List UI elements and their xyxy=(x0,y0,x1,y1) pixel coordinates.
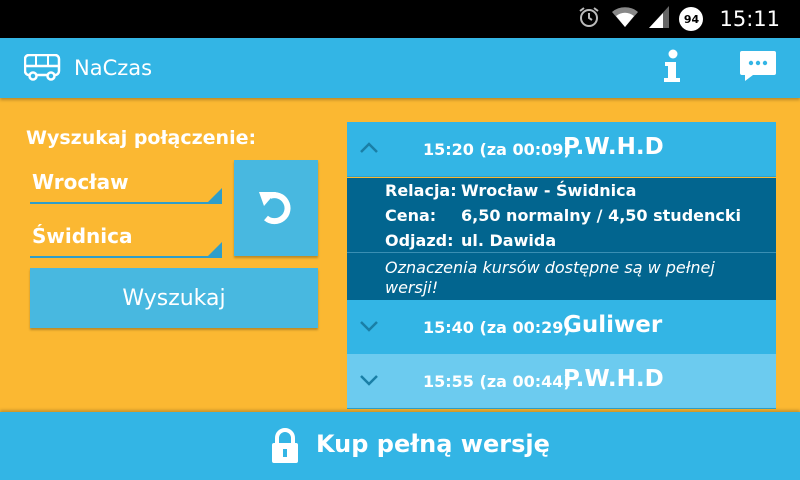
connection-time: 15:40 (za 00:29) xyxy=(423,318,571,337)
carrier-name: Guliwer xyxy=(563,312,663,338)
connection-time: 15:20 (za 00:09) xyxy=(423,140,571,159)
from-city-value: Wrocław xyxy=(32,170,129,194)
departure-label: Odjazd: xyxy=(385,231,454,250)
departure-value: ul. Dawida xyxy=(461,231,557,250)
connection-row[interactable]: 15:55 (za 00:44) P.W.H.D xyxy=(347,354,776,409)
search-heading: Wyszukaj połączenie: xyxy=(26,127,257,149)
departure-row: Odjazd: ul. Dawida xyxy=(385,231,556,250)
wifi-icon xyxy=(611,6,639,32)
info-icon xyxy=(662,49,682,87)
connection-time: 15:55 (za 00:44) xyxy=(423,372,571,391)
signal-icon xyxy=(649,6,670,32)
price-row: Cena: 6,50 normalny / 4,50 studencki xyxy=(385,206,741,225)
status-bar: 94 15:11 xyxy=(0,0,800,38)
carrier-name: P.W.H.D xyxy=(563,366,664,392)
chevron-down-icon xyxy=(359,372,379,391)
swap-cities-button[interactable] xyxy=(234,160,318,256)
price-value: 6,50 normalny / 4,50 studencki xyxy=(461,206,741,225)
connections-list[interactable]: 15:20 (za 00:09) P.W.H.D Relacja: Wrocła… xyxy=(347,122,776,410)
search-button[interactable]: Wyszukaj xyxy=(30,268,318,328)
from-city-spinner[interactable]: Wrocław xyxy=(30,162,222,204)
bus-icon xyxy=(23,53,62,86)
buy-full-version-button[interactable]: Kup pełną wersję xyxy=(0,412,800,480)
buy-label: Kup pełną wersję xyxy=(316,430,550,458)
to-city-value: Świdnica xyxy=(32,224,133,248)
spinner-arrow-icon xyxy=(208,242,222,256)
alarm-icon xyxy=(577,5,601,33)
status-time: 15:11 xyxy=(719,7,780,31)
price-label: Cena: xyxy=(385,206,437,225)
battery-icon: 94 xyxy=(679,7,704,31)
to-city-spinner[interactable]: Świdnica xyxy=(30,216,222,258)
chat-icon xyxy=(739,49,777,87)
status-icons: 94 15:11 xyxy=(577,0,780,38)
connection-row[interactable]: 15:40 (za 00:29) Guliwer xyxy=(347,300,776,355)
info-button[interactable] xyxy=(650,46,694,90)
action-bar: NaCzas xyxy=(0,38,800,98)
feedback-button[interactable] xyxy=(734,46,782,90)
spinner-arrow-icon xyxy=(208,188,222,202)
chevron-down-icon xyxy=(359,318,379,337)
full-version-note: Oznaczenia kursów dostępne są w pełnej w… xyxy=(347,252,776,301)
connection-details: Relacja: Wrocław - Świdnica Cena: 6,50 n… xyxy=(347,178,776,252)
relation-value: Wrocław - Świdnica xyxy=(461,181,637,200)
note-text: Oznaczenia kursów dostępne są w pełnej w… xyxy=(385,258,715,297)
relation-label: Relacja: xyxy=(385,181,457,200)
relation-row: Relacja: Wrocław - Świdnica xyxy=(385,181,636,200)
lock-icon xyxy=(270,428,300,468)
connection-row[interactable]: 15:20 (za 00:09) P.W.H.D xyxy=(347,122,776,177)
carrier-name: P.W.H.D xyxy=(563,134,664,160)
app-title: NaCzas xyxy=(74,56,153,80)
swap-arrow-icon xyxy=(256,186,296,230)
chevron-up-icon xyxy=(359,140,379,159)
